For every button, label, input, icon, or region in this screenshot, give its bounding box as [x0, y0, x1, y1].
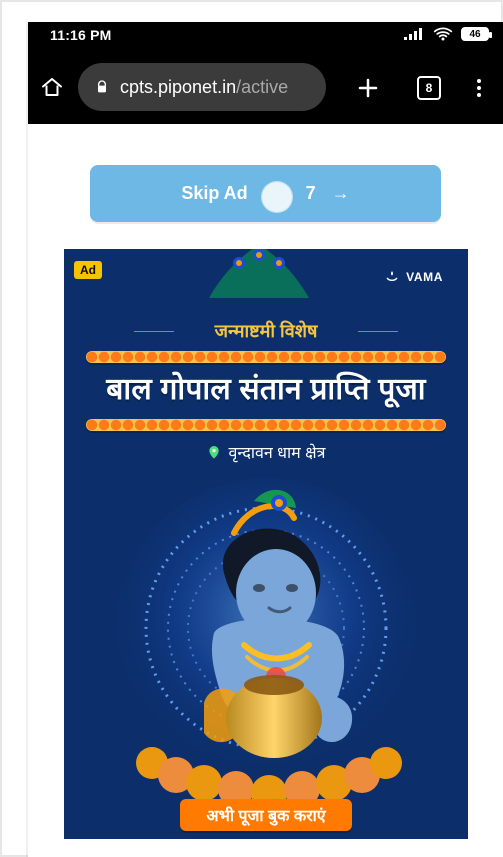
- marigold-garland-bottom: [86, 419, 446, 431]
- skip-countdown: 7: [305, 183, 316, 203]
- more-vert-icon[interactable]: [474, 76, 484, 100]
- ad-subtitle: जन्माष्टमी विशेष: [64, 319, 468, 343]
- signal-icon: [404, 28, 422, 40]
- phone-screen: 11:16 PM 46 cpts.piponet.in/active 8 Ski…: [28, 22, 503, 857]
- location-text: वृन्दावन धाम क्षेत्र: [228, 445, 326, 462]
- tab-switcher-button[interactable]: 8: [417, 76, 441, 100]
- url-text: cpts.piponet.in/active: [120, 77, 288, 98]
- battery-level: 46: [469, 28, 481, 40]
- battery-indicator: 46: [461, 27, 492, 41]
- url-domain: cpts.piponet.in: [120, 76, 237, 97]
- skip-ad-button[interactable]: Skip Ad 7 →: [90, 165, 441, 222]
- bal-gopal-illustration: [116, 478, 416, 811]
- location-line: वृन्दावन धाम क्षेत्र: [64, 441, 468, 463]
- status-icons: 46: [403, 26, 492, 42]
- arrow-right-icon: →: [331, 183, 350, 203]
- lock-icon: [98, 80, 106, 93]
- page-content: Skip Ad 7 → Ad VAMA जन्माष्टमी विशेष बाल…: [28, 124, 503, 857]
- url-path: /active: [236, 76, 289, 97]
- tab-count: 8: [425, 81, 433, 95]
- wifi-icon: [433, 27, 453, 41]
- skip-ad-label: Skip Ad: [181, 183, 248, 203]
- book-puja-cta[interactable]: अभी पूजा बुक कराएं: [180, 799, 352, 831]
- address-bar[interactable]: cpts.piponet.in/active: [78, 63, 326, 111]
- location-pin-icon: [209, 446, 220, 459]
- status-time: 11:16 PM: [50, 27, 112, 43]
- new-tab-icon[interactable]: [356, 76, 380, 100]
- browser-toolbar: cpts.piponet.in/active 8: [28, 62, 503, 112]
- peacock-feather-decoration: [209, 249, 309, 298]
- brand-logo: VAMA: [384, 269, 443, 285]
- brand-name: VAMA: [406, 270, 443, 284]
- progress-dot: [261, 181, 292, 212]
- vama-logo-icon: [386, 271, 398, 281]
- marigold-garland-top: [86, 351, 446, 363]
- ad-creative[interactable]: Ad VAMA जन्माष्टमी विशेष बाल गोपाल संतान…: [64, 249, 468, 839]
- ad-title: बाल गोपाल संतान प्राप्ति पूजा: [106, 373, 426, 406]
- home-icon[interactable]: [40, 75, 64, 99]
- status-bar: 11:16 PM 46: [28, 22, 503, 46]
- browser-top-bar: 11:16 PM 46 cpts.piponet.in/active 8: [28, 22, 503, 124]
- screenshot-frame: 11:16 PM 46 cpts.piponet.in/active 8 Ski…: [0, 0, 503, 857]
- ad-badge: Ad: [74, 261, 102, 279]
